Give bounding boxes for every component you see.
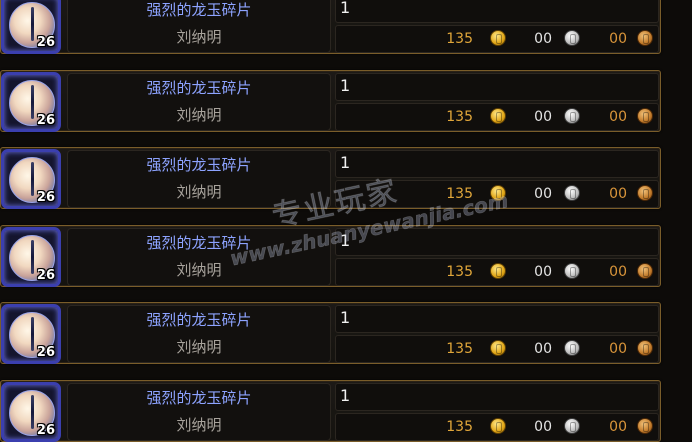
copper-amount: 00 (609, 31, 627, 47)
silver-amount: 00 (534, 418, 552, 435)
item-icon-slot[interactable]: 26 (1, 226, 61, 287)
item-info-panel: 强烈的龙玉碎片 刘纳明 (67, 305, 331, 363)
gold-amount: 135 (446, 186, 473, 202)
quantity-value: 1 (340, 0, 351, 17)
copper-amount: 00 (609, 418, 627, 435)
quantity-value: 1 (340, 385, 351, 405)
silver-amount: 00 (534, 31, 552, 47)
auction-row[interactable]: 26 强烈的龙玉碎片 刘纳明 1 135 00 00 (0, 379, 661, 442)
gold-amount: 135 (446, 418, 473, 435)
orb-slit (31, 7, 34, 41)
quantity-value: 1 (340, 153, 351, 172)
item-info-panel: 强烈的龙玉碎片 刘纳明 (67, 72, 331, 131)
silver-amount: 00 (534, 186, 552, 202)
quantity-field: 1 (335, 305, 659, 333)
silver-coin-icon (564, 185, 580, 201)
price-panel: 135 00 00 (335, 25, 659, 53)
item-name[interactable]: 强烈的龙玉碎片 (68, 154, 330, 175)
copper-amount: 00 (609, 186, 627, 202)
copper-amount: 00 (609, 341, 627, 357)
copper-coin-icon (637, 30, 653, 46)
silver-coin-icon (564, 107, 580, 124)
seller-name: 刘纳明 (176, 260, 222, 279)
item-name[interactable]: 强烈的龙玉碎片 (68, 232, 330, 253)
quantity-field: 1 (335, 227, 659, 256)
item-info-panel: 强烈的龙玉碎片 刘纳明 (67, 227, 331, 286)
auction-row[interactable]: 26 强烈的龙玉碎片 刘纳明 1 135 00 00 (0, 302, 661, 364)
auction-row[interactable]: 26 强烈的龙玉碎片 刘纳明 1 135 00 00 (0, 69, 661, 132)
gold-amount: 135 (446, 31, 473, 47)
seller-name: 刘纳明 (176, 338, 222, 356)
seller-name: 刘纳明 (176, 28, 222, 46)
item-info-panel: 强烈的龙玉碎片 刘纳明 (67, 382, 331, 441)
auction-row[interactable]: 26 强烈的龙玉碎片 刘纳明 1 135 00 00 (0, 224, 661, 287)
gold-amount: 135 (446, 263, 473, 280)
gold-coin-icon (490, 185, 506, 201)
auction-row[interactable]: 26 强烈的龙玉碎片 刘纳明 1 135 00 00 (0, 147, 661, 209)
seller-name: 刘纳明 (176, 415, 222, 434)
item-icon-slot[interactable]: 26 (1, 381, 61, 442)
copper-amount: 00 (609, 263, 627, 280)
quantity-field: 1 (335, 150, 659, 178)
item-icon-slot[interactable]: 26 (1, 149, 61, 209)
quantity-value: 1 (340, 308, 351, 327)
item-level: 26 (36, 190, 55, 205)
item-info-panel: 强烈的龙玉碎片 刘纳明 (67, 0, 331, 53)
copper-coin-icon (637, 262, 653, 279)
seller-name: 刘纳明 (176, 183, 222, 201)
quantity-field: 1 (335, 0, 659, 23)
price-panel: 135 00 00 (335, 412, 659, 441)
silver-amount: 00 (534, 263, 552, 280)
orb-slit (31, 239, 34, 274)
item-icon-slot[interactable]: 26 (1, 0, 61, 54)
item-name[interactable]: 强烈的龙玉碎片 (68, 77, 330, 98)
quantity-value: 1 (340, 230, 351, 250)
quantity-field: 1 (335, 382, 659, 411)
item-name[interactable]: 强烈的龙玉碎片 (68, 309, 330, 330)
item-level: 26 (36, 112, 55, 128)
price-panel: 135 00 00 (335, 180, 659, 208)
item-icon-slot[interactable]: 26 (1, 304, 61, 364)
silver-amount: 00 (534, 108, 552, 125)
copper-coin-icon (637, 417, 653, 434)
seller-name: 刘纳明 (176, 105, 222, 124)
price-panel: 135 00 00 (335, 102, 659, 131)
silver-coin-icon (564, 340, 580, 356)
silver-coin-icon (564, 30, 580, 46)
gold-coin-icon (490, 262, 506, 279)
price-panel: 135 00 00 (335, 257, 659, 286)
gold-amount: 135 (446, 341, 473, 357)
silver-amount: 00 (534, 341, 552, 357)
item-level: 26 (36, 267, 55, 283)
orb-slit (31, 317, 34, 351)
price-panel: 135 00 00 (335, 335, 659, 363)
item-name[interactable]: 强烈的龙玉碎片 (68, 387, 330, 408)
orb-slit (31, 394, 34, 429)
silver-coin-icon (564, 417, 580, 434)
copper-coin-icon (637, 340, 653, 356)
orb-slit (31, 84, 34, 119)
gold-coin-icon (490, 30, 506, 46)
item-level: 26 (36, 35, 55, 50)
gold-coin-icon (490, 340, 506, 356)
orb-slit (31, 162, 34, 196)
gold-coin-icon (490, 107, 506, 124)
gold-coin-icon (490, 417, 506, 434)
item-icon-slot[interactable]: 26 (1, 71, 61, 132)
copper-coin-icon (637, 107, 653, 124)
item-info-panel: 强烈的龙玉碎片 刘纳明 (67, 150, 331, 208)
quantity-value: 1 (340, 75, 351, 95)
item-name[interactable]: 强烈的龙玉碎片 (68, 0, 330, 20)
copper-amount: 00 (609, 108, 627, 125)
silver-coin-icon (564, 262, 580, 279)
gold-amount: 135 (446, 108, 473, 125)
auction-row[interactable]: 26 强烈的龙玉碎片 刘纳明 1 135 00 00 (0, 0, 661, 54)
quantity-field: 1 (335, 72, 659, 101)
copper-coin-icon (637, 185, 653, 201)
item-level: 26 (36, 345, 55, 360)
item-level: 26 (36, 422, 55, 438)
